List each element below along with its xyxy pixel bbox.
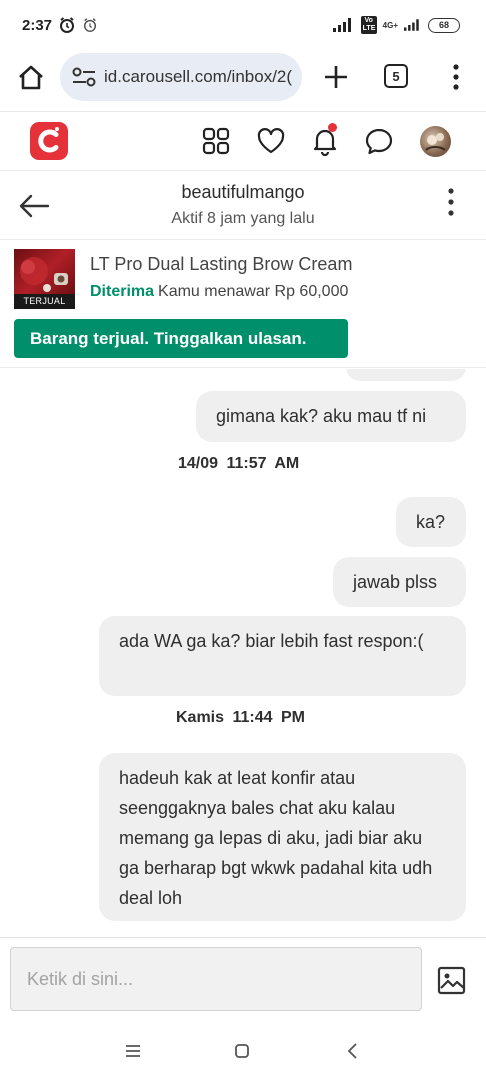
chat-header: beautifulmango Aktif 8 jam yang lalu — [0, 172, 486, 240]
browser-toolbar: id.carousell.com/inbox/2( 5 — [0, 50, 486, 110]
signal-icon-2 — [404, 19, 419, 31]
message-list[interactable]: gimana kak? aku mau tf ni 14/09 11:57 AM… — [0, 369, 486, 937]
message-bubble: jawab plss — [333, 557, 466, 607]
status-right-icons: Vo LTE 4G+ 68 — [332, 16, 460, 34]
carousell-logo[interactable] — [30, 122, 68, 160]
chat-options-icon[interactable] — [440, 186, 462, 218]
avatar[interactable] — [420, 126, 451, 157]
notification-dot — [328, 123, 337, 132]
network-label: 4G+ — [382, 20, 398, 30]
sold-badge: TERJUAL — [14, 294, 75, 309]
alarm-icon — [60, 17, 75, 33]
home-icon[interactable] — [16, 63, 46, 93]
chat-icon[interactable] — [364, 126, 394, 156]
back-nav-icon[interactable] — [343, 1041, 363, 1061]
message-bubble: ka? — [396, 497, 466, 547]
tab-count: 5 — [392, 68, 400, 84]
browser-menu-icon[interactable] — [444, 62, 468, 92]
tab-switcher-button[interactable]: 5 — [384, 64, 408, 88]
message-input[interactable]: Ketik di sini... — [10, 947, 422, 1011]
new-tab-icon[interactable] — [322, 63, 350, 91]
chat-partner-name[interactable]: beautifulmango — [0, 182, 486, 203]
message-bubble: hadeuh kak at leat konfir atau seenggakn… — [99, 753, 466, 921]
message-bubble: gimana kak? aku mau tf ni — [196, 391, 466, 442]
offer-text: Kamu menawar Rp 60,000 — [158, 283, 349, 300]
image-upload-icon[interactable] — [437, 966, 466, 995]
signal-icon — [332, 18, 351, 32]
offer-accepted-label: Diterima — [90, 283, 155, 300]
system-nav-bar — [0, 1021, 486, 1080]
alarm-outline-icon — [84, 18, 97, 32]
home-nav-icon[interactable] — [232, 1041, 252, 1061]
message-bubble-partial — [346, 369, 466, 381]
status-bar: 2:37 Vo LTE 4G+ 68 — [0, 0, 486, 50]
site-settings-icon[interactable] — [72, 67, 96, 87]
status-left-icons — [58, 16, 98, 34]
recent-apps-icon[interactable] — [123, 1041, 143, 1061]
message-composer: Ketik di sini... — [0, 937, 486, 1021]
message-bubble: ada WA ga ka? biar lebih fast respon:( — [99, 616, 466, 696]
app-header — [0, 111, 486, 171]
listing-panel: TERJUAL LT Pro Dual Lasting Brow Cream D… — [0, 240, 486, 368]
status-time: 2:37 — [22, 16, 53, 34]
grid-icon[interactable] — [201, 126, 231, 156]
chat-last-seen: Aktif 8 jam yang lalu — [171, 210, 315, 227]
url-bar[interactable]: id.carousell.com/inbox/2( — [60, 53, 302, 101]
battery-icon: 68 — [428, 17, 460, 33]
volte-icon: Vo LTE — [360, 16, 377, 34]
listing-title[interactable]: LT Pro Dual Lasting Brow Cream — [90, 254, 352, 275]
message-timestamp: Kamis 11:44 PM — [176, 709, 305, 726]
listing-thumbnail[interactable]: TERJUAL — [14, 249, 75, 309]
message-timestamp: 14/09 11:57 AM — [178, 455, 300, 472]
url-text[interactable]: id.carousell.com/inbox/2( — [104, 67, 292, 87]
offer-status: Diterima Kamu menawar Rp 60,000 — [90, 283, 348, 301]
message-input-placeholder: Ketik di sini... — [27, 968, 134, 989]
heart-icon[interactable] — [256, 126, 286, 156]
leave-review-button[interactable]: Barang terjual. Tinggalkan ulasan. — [14, 319, 348, 358]
battery-level: 68 — [438, 20, 449, 30]
